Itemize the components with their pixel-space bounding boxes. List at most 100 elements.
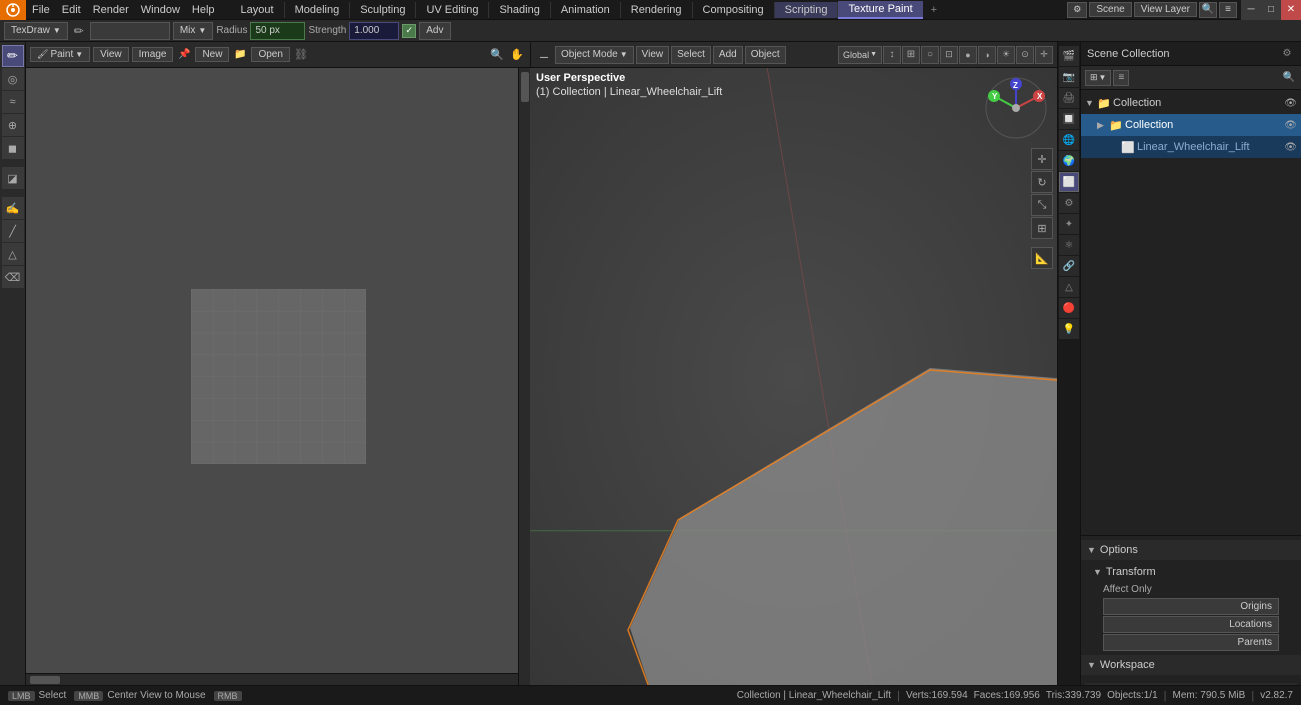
- paint-mode-btn[interactable]: 🖌Paint▼: [30, 47, 90, 62]
- paint-pan-icon[interactable]: ✋: [508, 46, 526, 64]
- viewport-global-btn[interactable]: Global▼: [838, 46, 882, 64]
- visibility-toggle[interactable]: 👁: [1284, 98, 1297, 109]
- outliner-search-icon[interactable]: 🔍: [1281, 70, 1297, 86]
- props-render-tab[interactable]: 📷: [1059, 67, 1079, 87]
- rendered-icon[interactable]: ☀: [997, 46, 1015, 64]
- nav-gizmo[interactable]: X Y Z: [984, 76, 1049, 141]
- viewport-select-btn[interactable]: Select: [671, 46, 711, 64]
- props-constraints-tab[interactable]: 🔗: [1059, 256, 1079, 276]
- scene-outliner-icon[interactable]: ⚙: [1279, 46, 1295, 62]
- tab-modeling[interactable]: Modeling: [285, 2, 351, 18]
- fill-tool-btn[interactable]: ◼: [2, 137, 24, 159]
- radius-input[interactable]: 50 px: [250, 22, 305, 40]
- outliner-filter-icon[interactable]: ≡: [1113, 70, 1129, 86]
- paint-new-btn[interactable]: New: [195, 47, 229, 62]
- viewport-rotate-tool[interactable]: ↻: [1031, 171, 1053, 193]
- mask-tool-btn[interactable]: ◪: [2, 167, 24, 189]
- viewport-3d[interactable]: Z User Perspective (1) Collection | Line…: [530, 68, 1057, 685]
- menu-window[interactable]: Window: [135, 4, 186, 16]
- props-world-tab[interactable]: 🌍: [1059, 151, 1079, 171]
- paint-view-btn[interactable]: View: [93, 47, 129, 62]
- clone-tool-btn[interactable]: ⊕: [2, 114, 24, 136]
- annotate-erase-tool-btn[interactable]: ⌫: [2, 266, 24, 288]
- tab-scripting[interactable]: Scripting: [775, 2, 839, 18]
- origins-btn[interactable]: Origins: [1103, 598, 1279, 615]
- tab-rendering[interactable]: Rendering: [621, 2, 693, 18]
- viewport-view-btn[interactable]: View: [636, 46, 670, 64]
- brush-dropdown[interactable]: [90, 22, 170, 40]
- blend-mode-dropdown[interactable]: Mix▼: [173, 22, 213, 40]
- props-scene-tab[interactable]: 🎬: [1059, 46, 1079, 66]
- draw-tool-btn[interactable]: ✏: [2, 45, 24, 67]
- tree-item-collection[interactable]: ▶ 📁 Collection 👁: [1081, 114, 1301, 136]
- props-objdata-tab[interactable]: △: [1059, 277, 1079, 297]
- annotate-poly-tool-btn[interactable]: △: [2, 243, 24, 265]
- viewport-measure-tool[interactable]: 📐: [1031, 247, 1053, 269]
- solid-icon[interactable]: ●: [959, 46, 977, 64]
- menu-edit[interactable]: Edit: [56, 4, 87, 16]
- paint-zoom-icon[interactable]: 🔍: [488, 46, 506, 64]
- menu-help[interactable]: Help: [186, 4, 221, 16]
- looksdev-icon[interactable]: ◑: [978, 46, 996, 64]
- horizontal-scrollbar[interactable]: [26, 673, 518, 685]
- viewport-overlay-btn[interactable]: ⚙: [1067, 2, 1087, 18]
- menu-file[interactable]: File: [26, 4, 56, 16]
- annotate-tool-btn[interactable]: ✍: [2, 197, 24, 219]
- props-scene2-tab[interactable]: 🌐: [1059, 130, 1079, 150]
- viewport-move-tool[interactable]: ✛: [1031, 148, 1053, 170]
- soften-tool-btn[interactable]: ◎: [2, 68, 24, 90]
- locations-btn[interactable]: Locations: [1103, 616, 1279, 633]
- viewport-object-btn[interactable]: Object: [745, 46, 786, 64]
- viewport-prop-icon[interactable]: ○: [921, 46, 939, 64]
- paint-open-btn[interactable]: Open: [251, 47, 289, 62]
- wireframe-icon[interactable]: ⊡: [940, 46, 958, 64]
- paint-folder-icon[interactable]: 📁: [232, 47, 248, 63]
- props-physics-tab[interactable]: ⚛: [1059, 235, 1079, 255]
- paint-image-btn[interactable]: Image: [132, 47, 174, 62]
- view-layer-selector[interactable]: View Layer: [1134, 2, 1197, 17]
- transform-section-header[interactable]: ▼ Transform: [1081, 562, 1301, 582]
- viewport-transform-tool[interactable]: ⊞: [1031, 217, 1053, 239]
- viewport-add-btn[interactable]: Add: [713, 46, 743, 64]
- filter-icon[interactable]: ≡: [1219, 2, 1237, 18]
- tab-shading[interactable]: Shading: [489, 2, 550, 18]
- menu-render[interactable]: Render: [87, 4, 135, 16]
- tab-sculpting[interactable]: Sculpting: [350, 2, 416, 18]
- blender-logo[interactable]: [0, 0, 26, 20]
- strength-confirm-icon[interactable]: ✓: [402, 24, 416, 38]
- close-btn[interactable]: ✕: [1281, 0, 1301, 20]
- vertical-scrollbar[interactable]: [518, 68, 530, 685]
- props-material-tab[interactable]: 🔴: [1059, 298, 1079, 318]
- viewport-snap-icon[interactable]: ⊞: [902, 46, 920, 64]
- tab-layout[interactable]: Layout: [231, 2, 285, 18]
- paint-pin-icon[interactable]: 📌: [176, 47, 192, 63]
- annotate-line-tool-btn[interactable]: ╱: [2, 220, 24, 242]
- parents-btn[interactable]: Parents: [1103, 634, 1279, 651]
- search-icon[interactable]: 🔍: [1199, 2, 1217, 18]
- props-shading-tab[interactable]: 💡: [1059, 319, 1079, 339]
- tree-item-wheelchair-lift[interactable]: ⬜ Linear_Wheelchair_Lift 👁: [1081, 136, 1301, 158]
- gizmo-icon[interactable]: ✛: [1035, 46, 1053, 64]
- smear-tool-btn[interactable]: ≈: [2, 91, 24, 113]
- options-section-header[interactable]: ▼ Options: [1081, 540, 1301, 560]
- props-particles-tab[interactable]: ✦: [1059, 214, 1079, 234]
- mode-dropdown[interactable]: TexDraw ▼: [4, 22, 68, 40]
- minimize-btn[interactable]: ─: [1241, 0, 1261, 20]
- object-visibility[interactable]: 👁: [1284, 142, 1297, 153]
- props-viewlayer-tab[interactable]: 🔲: [1059, 109, 1079, 129]
- collection-visibility[interactable]: 👁: [1284, 120, 1297, 131]
- tab-animation[interactable]: Animation: [551, 2, 621, 18]
- viewport-transform-icon[interactable]: ↕: [883, 46, 901, 64]
- viewport-mode-icon[interactable]: ⚊: [535, 46, 553, 64]
- tree-item-scene-collection[interactable]: ▼ 📁 Collection 👁: [1081, 92, 1301, 114]
- props-output-tab[interactable]: 🖨: [1059, 88, 1079, 108]
- tab-add[interactable]: +: [923, 2, 945, 18]
- advanced-btn[interactable]: Adv: [419, 22, 450, 40]
- strength-input[interactable]: 1.000: [349, 22, 399, 40]
- viewport-scale-tool[interactable]: ⤡: [1031, 194, 1053, 216]
- scene-selector[interactable]: Scene: [1089, 2, 1131, 17]
- tab-uv-editing[interactable]: UV Editing: [416, 2, 489, 18]
- outliner-display-btn[interactable]: ⊞▼: [1085, 70, 1111, 86]
- tab-compositing[interactable]: Compositing: [693, 2, 775, 18]
- tab-texture-paint[interactable]: Texture Paint: [838, 1, 922, 19]
